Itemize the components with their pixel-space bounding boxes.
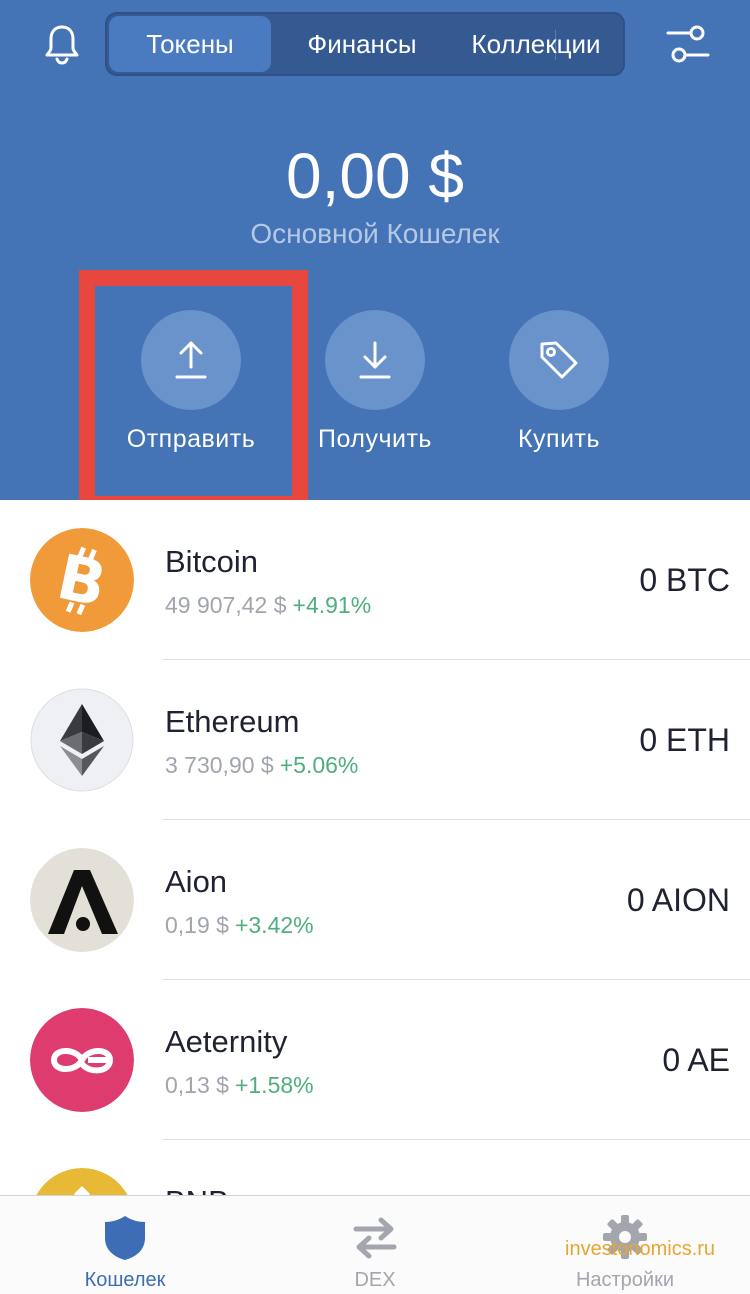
download-arrow-icon <box>325 310 425 410</box>
segment-control: Токены Финансы Коллекции <box>105 12 625 76</box>
bnb-logo-icon <box>30 1168 134 1195</box>
token-price-line: 0,19 $ +3.42% <box>165 910 314 940</box>
token-price-line: 0,13 $ +1.58% <box>165 1070 314 1100</box>
send-label: Отправить <box>126 425 256 453</box>
sliders-icon[interactable] <box>664 20 712 68</box>
tab-settings-label: Настройки <box>575 1269 675 1291</box>
token-price: 3 730,90 $ <box>165 752 274 778</box>
receive-label: Получить <box>318 425 432 453</box>
token-change: +5.06% <box>279 752 359 778</box>
receive-button[interactable]: Получить <box>285 310 465 460</box>
token-name: Ethereum <box>165 704 300 739</box>
bitcoin-logo-icon: B <box>30 528 134 632</box>
wallet-header: Токены Финансы Коллекции 0,00 $ Основной… <box>0 0 750 500</box>
shield-icon <box>100 1212 150 1262</box>
token-change: +1.58% <box>234 1072 314 1098</box>
send-button[interactable]: Отправить <box>101 310 281 460</box>
token-change: +4.91% <box>292 592 372 618</box>
tab-dex[interactable]: DEX <box>250 1196 500 1294</box>
token-price: 49 907,42 $ <box>165 592 287 618</box>
token-row-ethereum[interactable]: Ethereum 3 730,90 $ +5.06% 0 ETH <box>0 660 750 820</box>
tab-tokens[interactable]: Токены <box>109 16 271 72</box>
total-balance: 0,00 $ <box>286 140 464 212</box>
token-row-aion[interactable]: Aion 0,19 $ +3.42% 0 AION <box>0 820 750 980</box>
wallet-name[interactable]: Основной Кошелек <box>0 214 750 254</box>
aion-logo-icon <box>30 848 134 952</box>
token-row-bitcoin[interactable]: B Bitcoin 49 907,42 $ +4.91% 0 BTC <box>0 500 750 660</box>
tab-finance[interactable]: Финансы <box>281 16 443 72</box>
gear-icon <box>600 1212 650 1262</box>
token-name: Aion <box>165 864 228 899</box>
token-balance: 0 AE <box>662 1042 730 1078</box>
tab-wallet-label: Кошелек <box>84 1269 166 1291</box>
ethereum-logo-icon <box>30 688 134 792</box>
buy-button[interactable]: Купить <box>469 310 649 460</box>
tab-dex-label: DEX <box>354 1269 396 1291</box>
swap-arrows-icon <box>350 1212 400 1262</box>
aeternity-logo-icon <box>30 1008 134 1112</box>
token-balance: 0 AION <box>626 882 730 918</box>
token-balance: 0 BTC <box>639 562 730 598</box>
token-row-bnb[interactable]: BNB <box>0 1140 750 1195</box>
token-name: Bitcoin <box>165 544 259 579</box>
token-row-aeternity[interactable]: Aeternity 0,13 $ +1.58% 0 AE <box>0 980 750 1140</box>
tag-icon <box>509 310 609 410</box>
token-balance: 0 ETH <box>639 722 730 758</box>
buy-label: Купить <box>517 425 601 453</box>
token-price-line: 49 907,42 $ +4.91% <box>165 590 371 620</box>
token-price-line: 3 730,90 $ +5.06% <box>165 750 358 780</box>
tab-settings[interactable]: Настройки <box>500 1196 750 1294</box>
tab-collections[interactable]: Коллекции <box>451 16 621 72</box>
tab-wallet[interactable]: Кошелек <box>0 1196 250 1294</box>
bell-icon[interactable] <box>40 22 84 66</box>
token-name: BNB <box>165 1182 229 1195</box>
token-list: B Bitcoin 49 907,42 $ +4.91% 0 BTC Ether… <box>0 500 750 1195</box>
bottom-tab-bar: Кошелек DEX Настройки <box>0 1195 750 1294</box>
token-price: 0,13 $ <box>165 1072 229 1098</box>
token-name: Aeternity <box>165 1024 288 1059</box>
token-price: 0,19 $ <box>165 912 229 938</box>
token-change: +3.42% <box>234 912 314 938</box>
upload-arrow-icon <box>141 310 241 410</box>
